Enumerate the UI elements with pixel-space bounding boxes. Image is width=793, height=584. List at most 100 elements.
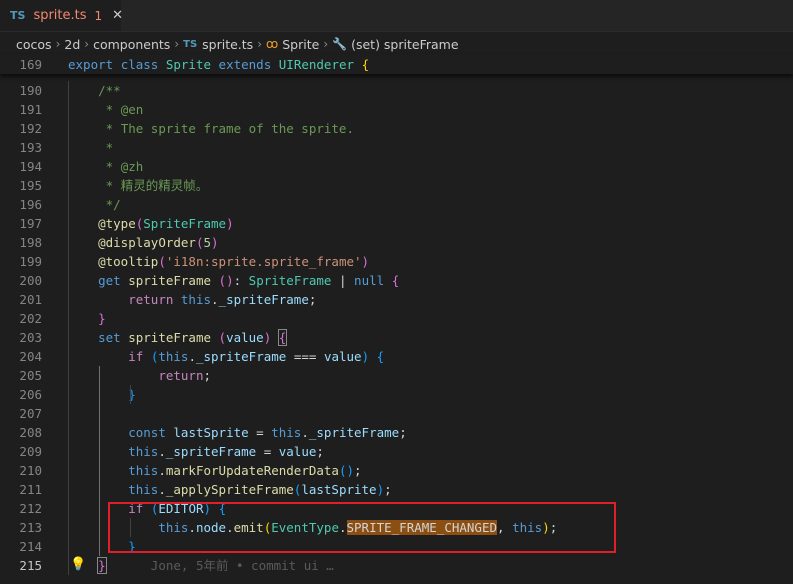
code-token: (): [338, 463, 355, 478]
code-line[interactable]: 210 this.markForUpdateRenderData();: [0, 461, 793, 480]
code-line[interactable]: 194 * @zh: [0, 157, 793, 176]
code-token: export: [68, 57, 114, 72]
code-line[interactable]: 211 this._applySpriteFrame(lastSprite);: [0, 480, 793, 499]
code-text: if (this._spriteFrame === value) {: [68, 347, 384, 366]
code-token: this: [158, 349, 189, 364]
code-line[interactable]: 197 @type(SpriteFrame): [0, 214, 793, 233]
line-number: 194: [19, 159, 42, 174]
typescript-icon: TS: [183, 38, 198, 50]
code-token: Sprite: [165, 57, 212, 72]
code-token: _applySpriteFrame: [165, 482, 294, 497]
code-token: UIRenderer: [278, 57, 355, 72]
line-number: 200: [19, 273, 42, 288]
breadcrumb-item-property[interactable]: (set) spriteFrame: [351, 37, 458, 52]
code-line[interactable]: 191 * @en: [0, 100, 793, 119]
line-number: 191: [19, 102, 42, 117]
code-line[interactable]: 208 const lastSprite = this._spriteFrame…: [0, 423, 793, 442]
code-line[interactable]: 209 this._spriteFrame = value;: [0, 442, 793, 461]
lightbulb-icon[interactable]: 💡: [70, 557, 86, 572]
code-text: get spriteFrame (): SpriteFrame | null {: [68, 271, 399, 290]
tab-filename: sprite.ts: [33, 8, 87, 23]
line-number: 203: [19, 330, 42, 345]
code-line[interactable]: 192 * The sprite frame of the sprite.: [0, 119, 793, 138]
code-line[interactable]: 204 if (this._spriteFrame === value) {: [0, 347, 793, 366]
code-line[interactable]: 205 return;: [0, 366, 793, 385]
code-token: @type: [98, 216, 136, 231]
code-line[interactable]: 215 } Jone, 5年前 • commit ui …: [0, 556, 793, 575]
line-number: 209: [19, 444, 42, 459]
code-token: this: [128, 463, 159, 478]
code-token: spriteFrame: [128, 273, 212, 288]
code-text: @tooltip('i18n:sprite.sprite_frame'): [68, 252, 369, 271]
chevron-right-icon: ›: [257, 37, 263, 51]
breadcrumb-item-2d[interactable]: 2d: [64, 37, 80, 52]
indent-guide: [99, 366, 100, 556]
code-line[interactable]: 201 return this._spriteFrame;: [0, 290, 793, 309]
code-token: {: [376, 349, 385, 364]
code-line[interactable]: 193 *: [0, 138, 793, 157]
line-number: 197: [19, 216, 42, 231]
code-line[interactable]: 206 }: [0, 385, 793, 404]
code-token: * @en: [105, 102, 144, 117]
code-token: value: [323, 349, 362, 364]
code-text: @type(SpriteFrame): [68, 214, 234, 233]
code-token: */: [105, 197, 121, 212]
code-token: {: [277, 329, 288, 346]
code-token: ;: [203, 368, 211, 383]
sticky-scroll-line[interactable]: 169 export class Sprite extends UIRendere…: [0, 55, 793, 74]
code-line[interactable]: 198 @displayOrder(5): [0, 233, 793, 252]
code-editor[interactable]: 169 export class Sprite extends UIRendere…: [0, 55, 793, 584]
code-token: .: [158, 463, 166, 478]
code-token: * @zh: [105, 159, 144, 174]
code-token: _spriteFrame: [218, 292, 309, 307]
breadcrumb-item-components[interactable]: components: [93, 37, 170, 52]
breadcrumb-item-cocos[interactable]: cocos: [16, 37, 52, 52]
code-token: return: [158, 368, 204, 383]
code-token: if: [128, 349, 144, 364]
code-line[interactable]: 202 }: [0, 309, 793, 328]
code-line[interactable]: 203 set spriteFrame (value) {: [0, 328, 793, 347]
line-number: 199: [19, 254, 42, 269]
code-text: const lastSprite = this._spriteFrame;: [68, 423, 407, 442]
breadcrumb-item-class[interactable]: Sprite: [282, 37, 319, 52]
code-text: */: [68, 195, 121, 214]
code-line[interactable]: 199 @tooltip('i18n:sprite.sprite_frame'): [0, 252, 793, 271]
code-token: .: [158, 444, 166, 459]
code-token: this: [180, 292, 212, 307]
code-line[interactable]: 195 * 精灵的精灵帧。: [0, 176, 793, 195]
code-text: this._spriteFrame = value;: [68, 442, 324, 461]
wrench-icon: 🔧: [332, 37, 348, 51]
code-text: * @en: [68, 100, 144, 119]
code-token: =: [256, 444, 279, 459]
breadcrumb: cocos › 2d › components › TS sprite.ts ›…: [0, 32, 793, 56]
close-icon[interactable]: ✕: [112, 8, 123, 23]
code-token: set: [98, 330, 121, 345]
code-token: (: [218, 330, 227, 345]
code-line[interactable]: 200 get spriteFrame (): SpriteFrame | nu…: [0, 271, 793, 290]
code-token: value: [226, 330, 264, 345]
line-number: 190: [19, 83, 42, 98]
code-line[interactable]: 196 */: [0, 195, 793, 214]
code-token: * The sprite frame of the sprite.: [105, 121, 354, 136]
code-text: export class Sprite extends UIRenderer {: [68, 55, 369, 74]
code-line[interactable]: 207: [0, 404, 793, 423]
code-token: ): [361, 254, 370, 269]
tab-sprite-ts[interactable]: TS sprite.ts 1 ✕: [0, 0, 123, 31]
breadcrumb-item-file[interactable]: sprite.ts: [202, 37, 253, 52]
code-text: * 精灵的精灵帧。: [68, 176, 209, 195]
code-token: this: [128, 444, 159, 459]
code-line[interactable]: 190 /**: [0, 81, 793, 100]
code-token: ;: [354, 463, 362, 478]
code-token: .: [188, 349, 196, 364]
code-token: ;: [316, 444, 324, 459]
line-number: 214: [19, 539, 42, 554]
line-number: 193: [19, 140, 42, 155]
